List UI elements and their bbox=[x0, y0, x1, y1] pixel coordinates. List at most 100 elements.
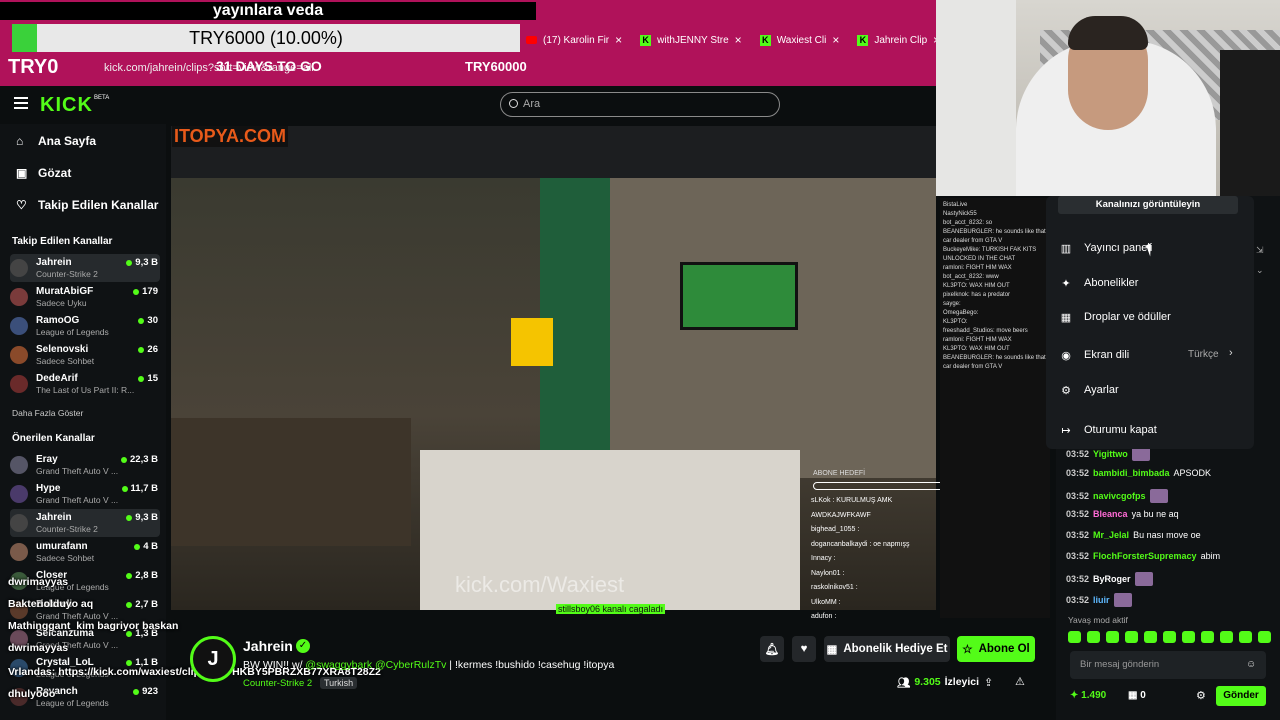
live-dot-icon bbox=[121, 485, 128, 492]
chat-settings-icon[interactable]: ⚙ bbox=[1196, 689, 1206, 702]
close-icon[interactable]: × bbox=[615, 33, 622, 47]
channel-item[interactable]: Jahrein Counter-Strike 2 9,3 B bbox=[10, 509, 160, 537]
channel-item[interactable]: Selenovski Sadece Sohbet 26 bbox=[10, 341, 160, 369]
video-chat-line: dogancanbalkaydi : oe napmışş bbox=[811, 540, 910, 548]
channel-text: Eray Grand Theft Auto V ... bbox=[36, 454, 134, 477]
browser-tab[interactable]: (17) Karolin Fir × bbox=[526, 30, 622, 50]
chat-user[interactable]: bambidi_bimbada bbox=[1093, 468, 1170, 478]
dropdown-item[interactable]: ⚙ Ayarlar bbox=[1058, 376, 1244, 404]
gift-sub-button[interactable]: ▦ Abonelik Hediye Et bbox=[824, 636, 950, 662]
chat-message: 03:52 Mr_Jelal Bu nası move oe bbox=[1066, 530, 1201, 540]
side-chat-line: OmegaBego: bbox=[943, 310, 979, 316]
nav-home[interactable]: ⌂ Ana Sayfa bbox=[16, 134, 96, 148]
channel-item[interactable]: Hype Grand Theft Auto V ... 11,7 B bbox=[10, 480, 160, 508]
dropdown-item[interactable]: ▦ Droplar ve ödüller bbox=[1058, 303, 1244, 331]
video-chat-line: UlkoMM : bbox=[811, 598, 841, 606]
dropdown-label: Ekran dili bbox=[1084, 349, 1130, 361]
channel-name: RamoOG bbox=[36, 314, 80, 326]
chat-message: 03:52 bambidi_bimbada APSODK bbox=[1066, 468, 1211, 478]
kick-points[interactable]: ✦ 1.490 bbox=[1070, 690, 1106, 701]
goal-right-amount: TRY60000 bbox=[465, 59, 527, 74]
nav-following[interactable]: ♡ Takip Edilen Kanallar bbox=[16, 198, 158, 212]
menu-icon[interactable] bbox=[14, 97, 28, 109]
channel-item[interactable]: DedeArif The Last of Us Part II: R... 15 bbox=[10, 370, 160, 398]
star-icon: ☆ bbox=[962, 644, 973, 656]
emote-icon[interactable] bbox=[1220, 631, 1233, 643]
chat-user[interactable]: Bleanca bbox=[1093, 509, 1128, 519]
chat-user[interactable]: Mr_Jelal bbox=[1093, 530, 1129, 540]
heart-icon: ♥ bbox=[800, 643, 808, 655]
channel-game: Sadece Sohbet bbox=[36, 355, 95, 366]
channel-text: Selenovski Sadece Sohbet bbox=[36, 344, 134, 367]
dropdown-item[interactable]: ✦ Abonelikler bbox=[1058, 269, 1244, 297]
webcam-hair bbox=[1068, 16, 1148, 50]
emote-icon[interactable] bbox=[1182, 631, 1195, 643]
emote-icon[interactable] bbox=[1087, 631, 1100, 643]
browser-tab[interactable]: KJahrein Clip× bbox=[857, 30, 940, 50]
kick-logo[interactable]: KICK bbox=[40, 94, 93, 117]
share-icon[interactable]: ⇪ bbox=[984, 676, 993, 689]
chat-user[interactable]: navivcgofps bbox=[1093, 491, 1146, 501]
side-chat-line: KL3PTO: bbox=[943, 319, 968, 325]
notify-button[interactable]: 🔔︎ bbox=[760, 636, 784, 662]
channel-item[interactable]: Jahrein Counter-Strike 2 9,3 B bbox=[10, 254, 160, 282]
viewer-number: 9.305 bbox=[914, 676, 941, 688]
emote-icon[interactable] bbox=[1201, 631, 1214, 643]
channel-item[interactable]: Eray Grand Theft Auto V ... 22,3 B bbox=[10, 451, 160, 479]
gift-count[interactable]: ▦ 0 bbox=[1128, 690, 1146, 701]
emote-icon[interactable] bbox=[1068, 631, 1081, 643]
nav-browse[interactable]: ▣ Gözat bbox=[16, 166, 71, 180]
streamer-name[interactable]: Jahrein bbox=[243, 638, 293, 654]
channel-item[interactable]: umurafann Sadece Sohbet 4 B bbox=[10, 538, 160, 566]
dropdown-item[interactable]: ↦ Oturumu kapat bbox=[1058, 416, 1244, 444]
avatar bbox=[10, 485, 28, 503]
live-dot-icon bbox=[121, 456, 127, 463]
channel-item[interactable]: RamoOG League of Legends 30 bbox=[10, 312, 160, 340]
video-chat-line: adufon : bbox=[811, 613, 837, 620]
logout-icon: ↦ bbox=[1061, 424, 1071, 437]
channel-item[interactable]: MuratAbiGF Sadece Uyku 179 bbox=[10, 283, 160, 311]
viewer-badge: 30 bbox=[138, 315, 158, 326]
emote-icon[interactable] bbox=[1163, 631, 1176, 643]
channel-name: Selenovski bbox=[36, 343, 89, 355]
emote-icon[interactable] bbox=[1144, 631, 1157, 643]
viewer-count: 11,7 B bbox=[130, 483, 158, 494]
emote-icon[interactable] bbox=[1239, 631, 1252, 643]
overlay-chat-line: Bakteriolduyo aq bbox=[8, 598, 94, 610]
browse-icon: ▣ bbox=[16, 166, 28, 180]
chat-user[interactable]: FlochForsterSupremacy bbox=[1093, 551, 1197, 561]
stream-category[interactable]: Counter-Strike 2 bbox=[243, 678, 312, 689]
search-input[interactable]: Ara bbox=[500, 92, 780, 117]
chat-time: 03:52 bbox=[1066, 449, 1090, 459]
chat-collapse-icons[interactable]: ⇲ ⌄ bbox=[1256, 240, 1264, 280]
viewer-badge: 2,7 B bbox=[126, 599, 158, 610]
channel-name: Jahrein bbox=[36, 256, 72, 268]
close-icon[interactable]: × bbox=[832, 33, 839, 47]
send-button[interactable]: Gönder bbox=[1216, 686, 1266, 706]
streamer-avatar[interactable]: J bbox=[190, 636, 236, 682]
emote-icon[interactable] bbox=[1125, 631, 1138, 643]
chat-user[interactable]: liuir bbox=[1093, 595, 1110, 605]
emote-icon[interactable] bbox=[1106, 631, 1119, 643]
browser-tab[interactable]: K Waxiest Cli × bbox=[759, 30, 839, 50]
emote-icon[interactable] bbox=[1258, 631, 1271, 643]
gift-sub-label: Abonelik Hediye Et bbox=[843, 643, 948, 655]
chat-time: 03:52 bbox=[1066, 594, 1090, 605]
emoji-icon[interactable]: ☺ bbox=[1246, 659, 1256, 670]
chat-user[interactable]: Yigittwo bbox=[1093, 449, 1128, 459]
view-channel-button[interactable]: Kanalınızı görüntüleyin bbox=[1058, 196, 1238, 214]
title-tags[interactable]: @swaggybark @CyberRulzTv bbox=[305, 659, 446, 671]
follow-button[interactable]: ♥ bbox=[792, 636, 816, 662]
chat-user[interactable]: ByRoger bbox=[1093, 574, 1131, 584]
tab-label: Waxiest Cli bbox=[776, 34, 827, 46]
chat-input[interactable]: Bir mesaj gönderin bbox=[1070, 651, 1266, 679]
language-badge: Turkish bbox=[320, 677, 358, 689]
show-more-link[interactable]: Daha Fazla Göster bbox=[12, 408, 83, 418]
report-icon[interactable]: ⚠ bbox=[1015, 675, 1025, 688]
streamer-cam bbox=[171, 418, 411, 546]
nav-home-label: Ana Sayfa bbox=[38, 134, 97, 148]
browser-tab[interactable]: KwithJENNY Stre × bbox=[640, 30, 742, 50]
subscribe-button[interactable]: ☆ Abone Ol bbox=[957, 636, 1035, 662]
close-icon[interactable]: × bbox=[735, 33, 742, 47]
itopya-logo: ITOPYA.COM bbox=[172, 126, 289, 147]
